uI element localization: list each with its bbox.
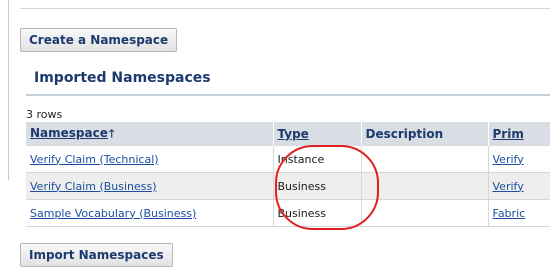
type-sort-link[interactable]: Type <box>278 127 309 141</box>
description-cell <box>361 146 489 173</box>
table-header-row: Namespace🡑 Type Description Prim <box>26 122 554 146</box>
column-header-type[interactable]: Type <box>273 122 362 146</box>
type-cell: Instance <box>273 146 362 173</box>
description-cell <box>361 172 489 200</box>
primary-link[interactable]: Fabric <box>493 207 526 220</box>
row-count: 3 rows <box>26 108 63 121</box>
left-divider <box>8 0 9 180</box>
namespaces-table: Namespace🡑 Type Description Prim Verify … <box>26 122 554 227</box>
namespace-cell: Verify Claim (Business) <box>26 172 274 200</box>
column-header-description: Description <box>361 122 489 146</box>
section-underline <box>26 94 554 96</box>
description-header-label: Description <box>365 127 444 141</box>
primary-sort-link[interactable]: Prim <box>493 127 524 141</box>
primary-cell: Verify <box>488 146 554 173</box>
create-namespace-button[interactable]: Create a Namespace <box>20 28 178 52</box>
column-header-primary[interactable]: Prim <box>488 122 554 146</box>
import-namespaces-button[interactable]: Import Namespaces <box>20 243 173 267</box>
table-row: Sample Vocabulary (Business) Business Fa… <box>26 199 554 227</box>
namespace-link[interactable]: Verify Claim (Technical) <box>30 153 159 166</box>
table-row: Verify Claim (Business) Business Verify <box>26 172 554 200</box>
column-header-namespace[interactable]: Namespace🡑 <box>26 122 274 146</box>
primary-cell: Verify <box>488 172 554 200</box>
description-cell <box>361 199 489 227</box>
type-cell: Business <box>273 199 362 227</box>
type-cell: Business <box>273 172 362 200</box>
primary-cell: Fabric <box>488 199 554 227</box>
namespace-link[interactable]: Sample Vocabulary (Business) <box>30 207 196 220</box>
table-row: Verify Claim (Technical) Instance Verify <box>26 146 554 173</box>
primary-link[interactable]: Verify <box>493 153 524 166</box>
top-divider <box>20 8 554 9</box>
sort-ascending-icon: 🡑 <box>108 126 115 140</box>
section-title: Imported Namespaces <box>34 70 211 86</box>
right-edge <box>550 0 554 265</box>
primary-link[interactable]: Verify <box>493 180 524 193</box>
namespace-sort-link[interactable]: Namespace <box>30 126 108 140</box>
namespace-cell: Verify Claim (Technical) <box>26 146 274 173</box>
namespace-link[interactable]: Verify Claim (Business) <box>30 180 157 193</box>
namespace-cell: Sample Vocabulary (Business) <box>26 199 274 227</box>
